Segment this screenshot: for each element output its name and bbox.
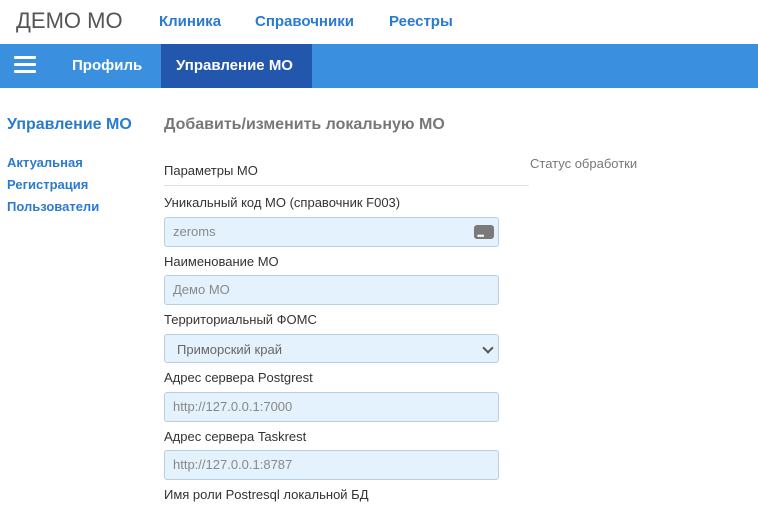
section-heading: Параметры МО	[164, 163, 258, 178]
taskrest-url-input[interactable]: http://127.0.0.1:8787	[164, 450, 499, 480]
mo-name-placeholder: Демо МО	[173, 282, 230, 297]
tab-mo-management[interactable]: Управление МО	[161, 44, 312, 88]
mo-code-input[interactable]: zeroms	[164, 217, 499, 250]
field-label-taskrest: Адрес сервера Taskrest	[164, 429, 307, 444]
tfoms-select[interactable]: Приморский край	[164, 334, 499, 363]
sidebar-title: Управление МО	[7, 116, 132, 133]
sidebar-item-users[interactable]: Пользователи	[7, 199, 99, 214]
taskrest-url-placeholder: http://127.0.0.1:8787	[173, 457, 293, 472]
tab-profile[interactable]: Профиль	[57, 44, 157, 88]
field-label-mo-code: Уникальный код МО (справочник F003)	[164, 195, 401, 210]
top-header: ДЕМО МО Клиника Справочники Реестры	[0, 0, 758, 44]
nav-link-references[interactable]: Справочники	[255, 13, 354, 30]
mo-code-placeholder: zeroms	[173, 224, 216, 239]
field-label-db-role: Имя роли Postresql локальной БД	[164, 487, 369, 502]
ellipsis-badge-icon[interactable]	[474, 222, 494, 250]
field-label-tfoms: Территориальный ФОМС	[164, 312, 317, 327]
status-label: Статус обработки	[530, 156, 638, 171]
postgrest-url-placeholder: http://127.0.0.1:7000	[173, 399, 293, 414]
postgrest-url-input[interactable]: http://127.0.0.1:7000	[164, 392, 499, 422]
field-label-mo-name: Наименование МО	[164, 254, 279, 269]
nav-link-clinic[interactable]: Клиника	[159, 13, 221, 30]
sidebar-item-registration[interactable]: Регистрация	[7, 177, 88, 192]
main-nav-bar: Профиль Управление МО	[0, 44, 758, 88]
sidebar-item-actual[interactable]: Актуальная	[7, 155, 83, 170]
page-title: Добавить/изменить локальную МО	[164, 116, 445, 133]
hamburger-icon[interactable]	[14, 55, 36, 75]
brand-title: ДЕМО МО	[16, 8, 123, 33]
nav-link-registries[interactable]: Реестры	[389, 13, 453, 30]
mo-name-input[interactable]: Демо МО	[164, 275, 499, 305]
tfoms-selected-value: Приморский край	[177, 342, 282, 357]
field-label-postgrest: Адрес сервера Postgrest	[164, 370, 313, 385]
section-divider	[164, 185, 529, 186]
